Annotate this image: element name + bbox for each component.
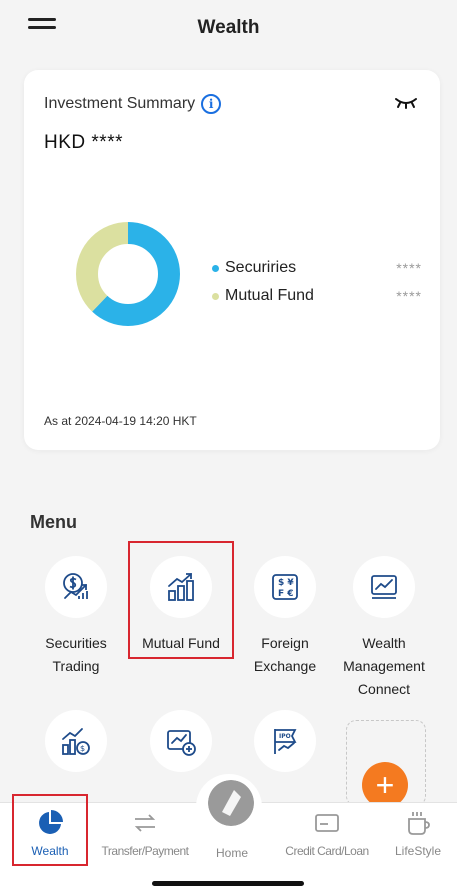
legend-value: **** <box>396 260 422 276</box>
menu-item-label-line: Mutual Fund <box>142 635 220 651</box>
menu-item-label-line: Wealth <box>362 635 406 651</box>
legend-value: **** <box>396 288 422 304</box>
mutual-fund-icon <box>150 556 212 618</box>
growth-coin-icon: $ <box>45 710 107 772</box>
svg-text:IPO: IPO <box>279 733 291 740</box>
nav-tab-lifestyle[interactable]: LifeStyle <box>384 808 452 858</box>
menu-item-chart-add[interactable] <box>133 710 229 772</box>
wealth-connect-icon <box>353 556 415 618</box>
menu-item-mutual-fund[interactable]: Mutual Fund <box>133 556 229 655</box>
menu-item-label: Securities Trading <box>28 632 124 678</box>
nav-tab-credit-card-loan[interactable]: Credit Card/Loan <box>278 808 376 858</box>
home-indicator-bar[interactable] <box>152 881 304 886</box>
coffee-cup-icon <box>384 808 452 838</box>
legend-item-mutual-fund: Mutual Fund **** <box>212 282 422 310</box>
header: Wealth <box>0 0 457 56</box>
as-at-timestamp: As at 2024-04-19 14:20 HKT <box>44 414 197 428</box>
info-icon[interactable]: i <box>201 94 222 114</box>
menu-icon[interactable] <box>28 18 56 36</box>
page-title: Wealth <box>197 17 260 38</box>
currency-code: HKD <box>44 132 86 153</box>
menu-item-label-line: Trading <box>52 658 100 674</box>
svg-text:F €: F € <box>278 589 294 599</box>
investment-summary-title: Investment Summary i <box>44 94 222 114</box>
menu-item-growth[interactable]: $ <box>28 710 124 772</box>
masked-amount: **** <box>91 132 123 153</box>
svg-text:$: $ <box>80 744 85 753</box>
menu-item-label-line: Foreign <box>261 635 309 651</box>
eye-closed-icon[interactable] <box>394 94 418 110</box>
menu-section-title: Menu <box>30 512 77 532</box>
ipo-icon: IPO <box>254 710 316 772</box>
chart-legend: Securiries **** Mutual Fund **** <box>212 254 422 310</box>
menu-item-wealth-management-connect[interactable]: Wealth Management Connect <box>336 556 432 701</box>
menu-item-label: Foreign Exchange <box>237 632 333 678</box>
nav-tab-wealth[interactable]: Wealth <box>14 808 86 858</box>
menu-item-label-line: Securities <box>45 635 107 651</box>
legend-item-securities: Securiries **** <box>212 254 422 282</box>
investment-summary-label: Investment Summary <box>44 95 196 112</box>
menu-item-foreign-exchange[interactable]: $ ¥ F € Foreign Exchange <box>237 556 333 678</box>
menu-item-label: Mutual Fund <box>133 632 229 655</box>
menu-item-label-line: Connect <box>357 681 411 697</box>
investment-summary-card[interactable]: Investment Summary i HKD **** Securiries… <box>24 70 440 450</box>
nav-tab-transfer-payment[interactable]: Transfer/Payment <box>96 808 194 858</box>
nav-label: Home <box>215 846 248 860</box>
legend-label: Securiries <box>225 259 297 276</box>
foreign-exchange-icon: $ ¥ F € <box>254 556 316 618</box>
menu-item-ipo[interactable]: IPO <box>237 710 333 772</box>
transfer-arrows-icon <box>96 808 194 838</box>
legend-dot-mutual-fund <box>212 292 219 300</box>
credit-card-icon <box>278 808 376 838</box>
nav-label: Credit Card/Loan <box>285 844 369 858</box>
allocation-donut-chart <box>76 222 180 326</box>
total-amount: HKD **** <box>44 132 123 154</box>
securities-trading-icon <box>45 556 107 618</box>
svg-text:$ ¥: $ ¥ <box>278 578 294 588</box>
menu-item-label-line: Management <box>343 658 425 674</box>
menu-item-label-line: Exchange <box>253 658 317 674</box>
nav-label: Wealth <box>31 844 69 858</box>
chart-add-icon <box>150 710 212 772</box>
menu-item-label: Wealth Management Connect <box>336 632 432 701</box>
pie-chart-icon <box>14 808 86 838</box>
menu-item-securities-trading[interactable]: Securities Trading <box>28 556 124 678</box>
legend-dot-securities <box>212 264 219 272</box>
nav-tab-home[interactable]: Home <box>204 816 260 860</box>
legend-label: Mutual Fund <box>225 287 314 304</box>
nav-label: LifeStyle <box>394 844 442 858</box>
nav-label: Transfer/Payment <box>101 844 189 858</box>
